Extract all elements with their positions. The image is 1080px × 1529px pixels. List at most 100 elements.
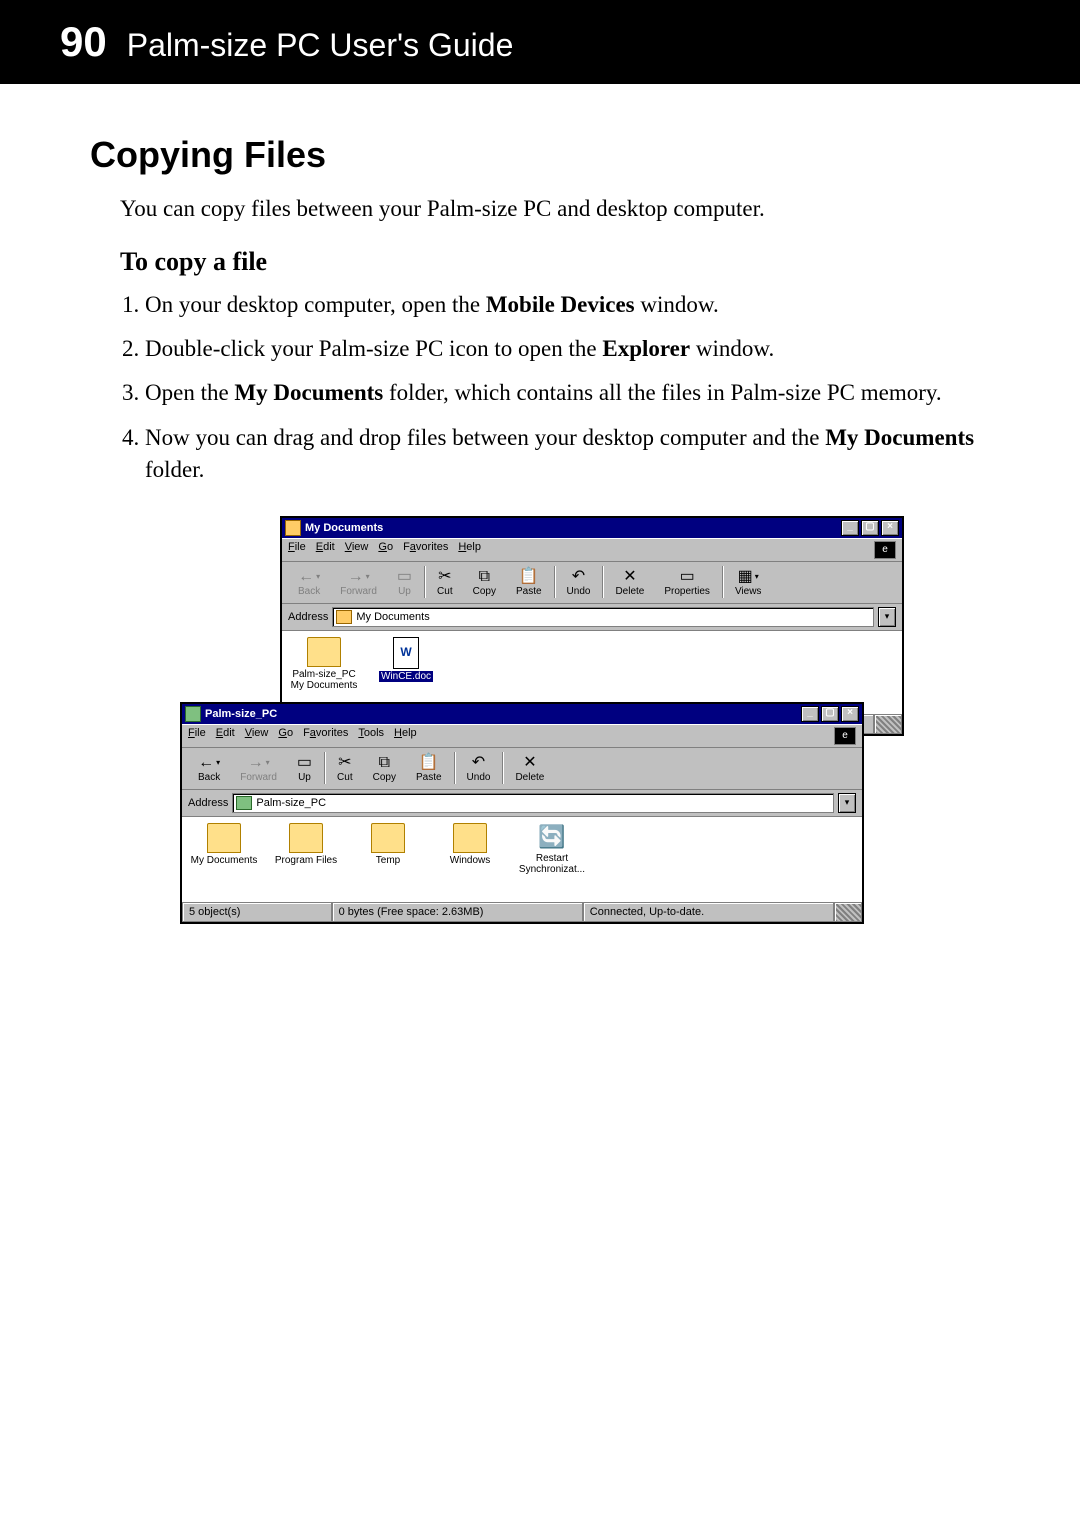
file-label: My Documents <box>191 855 258 866</box>
cut-icon: ✂ <box>438 568 451 586</box>
address-input[interactable]: My Documents <box>332 607 874 627</box>
file-label: Temp <box>376 855 400 866</box>
cut-icon: ✂ <box>338 754 351 772</box>
sync-icon: 🔄 <box>536 823 568 851</box>
file-item-doc-selected[interactable]: WinCE.doc <box>372 637 440 682</box>
minimize-button[interactable]: _ <box>801 706 819 722</box>
menu-file[interactable]: File <box>188 727 206 745</box>
titlebar[interactable]: Palm-size_PC _ ▢ × <box>182 704 862 724</box>
up-button[interactable]: ▭Up <box>387 566 422 599</box>
toolbar-separator <box>502 752 503 784</box>
file-item-folder[interactable]: Temp <box>354 823 422 866</box>
close-button[interactable]: × <box>881 520 899 536</box>
address-dropdown[interactable]: ▾ <box>878 607 896 627</box>
folder-icon <box>336 610 352 624</box>
menu-help[interactable]: Help <box>458 541 481 559</box>
back-button[interactable]: ←▾Back <box>188 752 230 785</box>
undo-label: Undo <box>567 586 591 597</box>
figure: My Documents _ ▢ × File Edit View Go Fav… <box>90 516 990 976</box>
cut-button[interactable]: ✂Cut <box>327 752 363 785</box>
resize-grip[interactable] <box>834 902 862 922</box>
step-1-post: window. <box>635 292 719 317</box>
delete-button[interactable]: ✕Delete <box>605 566 654 599</box>
delete-icon: ✕ <box>523 754 536 772</box>
address-bar: Address My Documents ▾ <box>282 604 902 631</box>
undo-button[interactable]: ↶Undo <box>557 566 601 599</box>
menu-view[interactable]: View <box>345 541 369 559</box>
address-input[interactable]: Palm-size_PC <box>232 793 834 813</box>
close-button[interactable]: × <box>841 706 859 722</box>
paste-label: Paste <box>516 586 542 597</box>
menu-edit[interactable]: Edit <box>316 541 335 559</box>
menu-view[interactable]: View <box>245 727 269 745</box>
menu-help[interactable]: Help <box>394 727 417 745</box>
maximize-button[interactable]: ▢ <box>821 706 839 722</box>
menu-favorites[interactable]: Favorites <box>403 541 448 559</box>
window-buttons: _ ▢ × <box>841 520 899 536</box>
paste-button[interactable]: 📋Paste <box>506 566 552 599</box>
cut-button[interactable]: ✂Cut <box>427 566 463 599</box>
step-3: Open the My Documents folder, which cont… <box>145 377 990 409</box>
views-label: Views <box>735 586 762 597</box>
menu-favorites[interactable]: Favorites <box>303 727 348 745</box>
window-title: My Documents <box>305 522 841 534</box>
address-label: Address <box>188 797 228 809</box>
minimize-button[interactable]: _ <box>841 520 859 536</box>
file-item-folder[interactable]: Program Files <box>272 823 340 866</box>
up-button[interactable]: ▭Up <box>287 752 322 785</box>
file-label: Windows <box>450 855 491 866</box>
paste-button[interactable]: 📋Paste <box>406 752 452 785</box>
delete-label: Delete <box>515 772 544 783</box>
menu-tools[interactable]: Tools <box>358 727 384 745</box>
cut-label: Cut <box>437 586 453 597</box>
copy-button[interactable]: ⧉Copy <box>463 566 506 599</box>
file-view[interactable]: My Documents Program Files Temp Windows <box>182 817 862 901</box>
views-button[interactable]: ▦▾ Views <box>725 566 772 599</box>
titlebar[interactable]: My Documents _ ▢ × <box>282 518 902 538</box>
file-item-folder[interactable]: My Documents <box>190 823 258 866</box>
step-1-pre: On your desktop computer, open the <box>145 292 486 317</box>
forward-button[interactable]: →▾Forward <box>230 752 287 785</box>
properties-icon: ▭ <box>680 568 695 586</box>
steps-list: On your desktop computer, open the Mobil… <box>120 289 990 486</box>
step-2-post: window. <box>690 336 774 361</box>
folder-icon <box>307 637 341 667</box>
step-2-bold: Explorer <box>602 336 690 361</box>
step-4-bold: My Documents <box>825 425 974 450</box>
forward-button[interactable]: →▾Forward <box>330 566 387 599</box>
file-label: Palm-size_PC My Documents <box>290 669 358 691</box>
folder-icon <box>207 823 241 853</box>
chevron-down-icon: ▾ <box>755 572 759 581</box>
subsection-title: To copy a file <box>120 247 990 277</box>
resize-grip[interactable] <box>874 714 902 734</box>
views-icon: ▦ <box>738 568 753 586</box>
back-button[interactable]: ←▾Back <box>288 566 330 599</box>
copy-button[interactable]: ⧉Copy <box>363 752 406 785</box>
delete-button[interactable]: ✕Delete <box>505 752 554 785</box>
file-view[interactable]: Palm-size_PC My Documents WinCE.doc <box>282 631 902 713</box>
undo-button[interactable]: ↶Undo <box>457 752 501 785</box>
address-dropdown[interactable]: ▾ <box>838 793 856 813</box>
step-2-pre: Double-click your Palm-size PC icon to o… <box>145 336 602 361</box>
window-palm-size-pc: Palm-size_PC _ ▢ × File Edit View Go Fav… <box>180 702 864 924</box>
toolbar: ←▾Back →▾Forward ▭Up ✂Cut ⧉Copy 📋Paste ↶… <box>282 562 902 604</box>
undo-icon: ↶ <box>472 754 485 772</box>
menu-go[interactable]: Go <box>278 727 293 745</box>
file-item-folder[interactable]: Palm-size_PC My Documents <box>290 637 358 691</box>
file-item-folder[interactable]: Windows <box>436 823 504 866</box>
forward-icon: → <box>348 568 364 586</box>
file-item-shortcut[interactable]: 🔄 Restart Synchronizat... <box>518 823 586 875</box>
status-objects: 5 object(s) <box>182 902 332 922</box>
menu-file[interactable]: File <box>288 541 306 559</box>
step-3-post: folder, which contains all the files in … <box>383 380 941 405</box>
folder-icon <box>371 823 405 853</box>
address-bar: Address Palm-size_PC ▾ <box>182 790 862 817</box>
menu-edit[interactable]: Edit <box>216 727 235 745</box>
maximize-button[interactable]: ▢ <box>861 520 879 536</box>
properties-button[interactable]: ▭Properties <box>654 566 720 599</box>
menu-go[interactable]: Go <box>378 541 393 559</box>
copy-icon: ⧉ <box>479 568 490 586</box>
undo-icon: ↶ <box>572 568 585 586</box>
step-4-post: folder. <box>145 457 204 482</box>
folder-icon <box>289 823 323 853</box>
